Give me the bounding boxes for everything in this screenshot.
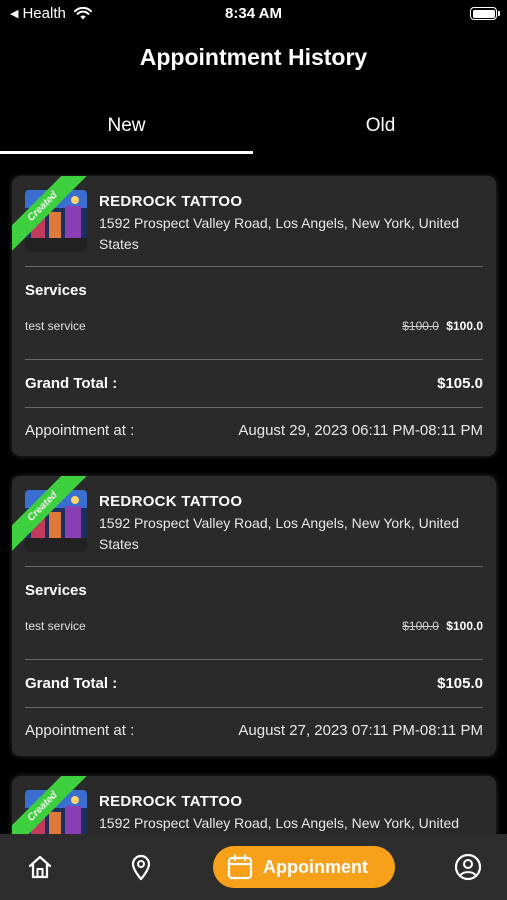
home-icon[interactable] — [25, 852, 55, 882]
shop-address: 1592 Prospect Valley Road, Los Angels, N… — [99, 515, 460, 552]
shop-address: 1592 Prospect Valley Road, Los Angels, N… — [99, 215, 460, 252]
appointment-nav-label: Appoinment — [263, 856, 368, 877]
service-final-price: $100.0 — [446, 619, 483, 633]
page-title: Appointment History — [139, 44, 368, 70]
status-bar: ◀ Health 8:34 AM — [0, 0, 507, 28]
divider — [25, 659, 483, 660]
appointment-card[interactable]: Created REDROCK TATTOO 1592 Prospect Val… — [12, 176, 496, 456]
services-heading: Services — [25, 282, 87, 299]
appointment-time-value: August 29, 2023 06:11 PM-08:11 PM — [238, 422, 483, 439]
appointment-card[interactable]: Created REDROCK TATTOO 1592 Prospect Val… — [12, 476, 496, 756]
tab-new[interactable]: New — [0, 104, 253, 154]
appointment-list[interactable]: Created REDROCK TATTOO 1592 Prospect Val… — [0, 174, 507, 834]
appointment-time-value: August 27, 2023 07:11 PM-08:11 PM — [238, 722, 483, 739]
shop-name: REDROCK TATTOO — [99, 493, 243, 510]
battery-icon — [470, 7, 500, 20]
service-price: $100.0 $100.0 — [402, 619, 483, 633]
grand-total-value: $105.0 — [437, 675, 483, 692]
service-original-price: $100.0 — [402, 319, 439, 333]
service-final-price: $100.0 — [446, 319, 483, 333]
service-original-price: $100.0 — [402, 619, 439, 633]
grand-total-label: Grand Total : — [25, 375, 118, 392]
location-pin-icon[interactable] — [126, 852, 156, 882]
divider — [25, 707, 483, 708]
service-name: test service — [25, 619, 86, 633]
divider — [25, 266, 483, 267]
divider — [25, 407, 483, 408]
appointment-card[interactable]: Created REDROCK TATTOO 1592 Prospect Val… — [12, 776, 496, 834]
appointment-time-label: Appointment at : — [25, 422, 135, 439]
shop-name: REDROCK TATTOO — [99, 793, 243, 810]
service-price: $100.0 $100.0 — [402, 319, 483, 333]
shop-name: REDROCK TATTOO — [99, 193, 243, 210]
services-heading: Services — [25, 582, 87, 599]
divider — [25, 359, 483, 360]
appointment-nav-button[interactable]: Appoinment — [213, 846, 395, 888]
calendar-icon — [227, 854, 253, 880]
service-name: test service — [25, 319, 86, 333]
divider — [25, 566, 483, 567]
bottom-nav: Appoinment — [0, 834, 507, 900]
tab-bar: New Old — [0, 104, 507, 154]
grand-total-value: $105.0 — [437, 375, 483, 392]
appointment-time-label: Appointment at : — [25, 722, 135, 739]
tab-old[interactable]: Old — [254, 104, 507, 154]
profile-icon[interactable] — [453, 852, 483, 882]
status-time: 8:34 AM — [225, 5, 282, 22]
grand-total-label: Grand Total : — [25, 675, 118, 692]
shop-address: 1592 Prospect Valley Road, Los Angels, N… — [99, 815, 460, 831]
